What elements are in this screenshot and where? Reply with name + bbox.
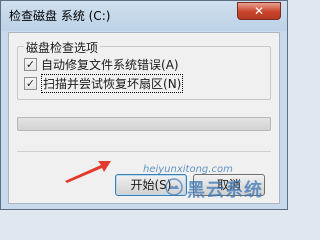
check-disk-dialog: 检查磁盘 系统 (C:) ✕ 磁盘检查选项 ✓ 自动修复文件系统错误(A) ✓ …: [0, 0, 288, 210]
red-arrow-annotation-icon: [65, 161, 111, 183]
close-button[interactable]: ✕: [237, 2, 281, 20]
scan-recover-option[interactable]: ✓ 扫描并尝试恢复坏扇区(N): [24, 73, 184, 93]
auto-fix-option[interactable]: ✓ 自动修复文件系统错误(A): [24, 56, 179, 72]
divider: [17, 151, 271, 152]
auto-fix-label[interactable]: 自动修复文件系统错误(A): [41, 56, 179, 73]
window-title: 检查磁盘 系统 (C:): [9, 9, 111, 23]
check-progress-bar: [17, 117, 271, 131]
scan-recover-label[interactable]: 扫描并尝试恢复坏扇区(N): [41, 73, 184, 93]
cancel-button[interactable]: 取消: [193, 174, 265, 196]
auto-fix-checkbox[interactable]: ✓: [24, 57, 37, 71]
close-icon: ✕: [253, 4, 265, 18]
start-button[interactable]: 开始(S): [115, 174, 187, 196]
scan-recover-checkbox[interactable]: ✓: [24, 76, 37, 90]
disk-check-options-group: 磁盘检查选项 ✓ 自动修复文件系统错误(A) ✓ 扫描并尝试恢复坏扇区(N): [17, 39, 271, 100]
title-bar[interactable]: 检查磁盘 系统 (C:) ✕: [1, 1, 287, 31]
group-title: 磁盘检查选项: [24, 39, 101, 56]
checkmark-icon: ✓: [25, 57, 36, 71]
dialog-client-area: 磁盘检查选项 ✓ 自动修复文件系统错误(A) ✓ 扫描并尝试恢复坏扇区(N) 开…: [8, 32, 280, 204]
checkmark-icon: ✓: [25, 76, 36, 90]
